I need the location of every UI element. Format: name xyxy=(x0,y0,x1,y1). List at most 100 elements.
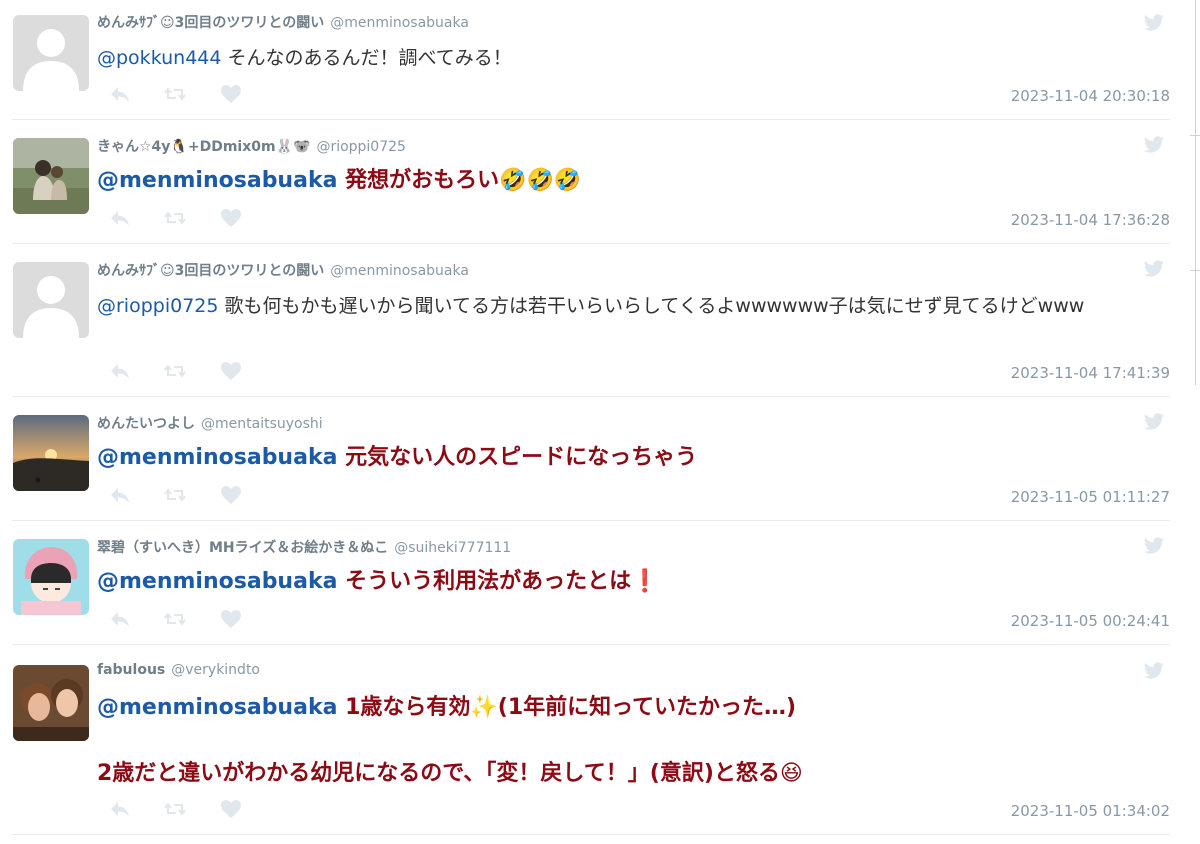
mention-link[interactable]: @pokkun444 xyxy=(97,47,221,69)
author-name[interactable]: fabulous xyxy=(97,662,165,678)
tweet-text: @menminosabuaka 発想がおもろい🤣🤣🤣 xyxy=(97,165,1167,197)
tweet-body: 元気ない人のスピードになっちゃう xyxy=(337,445,698,470)
retweet-icon xyxy=(164,488,186,502)
tweet-feed: めんみｻﾌﾞ☺3回目のツワリとの闘い @menminosabuaka @pokku… xyxy=(0,0,1185,844)
retweet-button[interactable] xyxy=(163,797,187,821)
author-handle[interactable]: @menminosabuaka xyxy=(330,15,469,31)
scrollbar-notch xyxy=(1190,270,1200,271)
tweet-text-continued: 2歳だと違いがわかる幼児になるので、「変！戻して！」(意訳)と怒る😆 xyxy=(97,758,1167,790)
reply-icon xyxy=(111,612,129,627)
tweet-body: そういう利用法があったとは❗ xyxy=(337,569,659,594)
avatar[interactable] xyxy=(13,665,89,741)
mention-link[interactable]: @menminosabuaka xyxy=(97,168,337,193)
author-name[interactable]: めんみｻﾌﾞ☺3回目のツワリとの闘い xyxy=(97,263,324,279)
heart-icon xyxy=(221,85,241,103)
author-name[interactable]: めんたいつよし xyxy=(97,416,195,432)
twitter-bird-icon[interactable] xyxy=(1143,260,1165,278)
avatar[interactable] xyxy=(13,15,89,91)
avatar[interactable] xyxy=(13,539,89,615)
mention-link[interactable]: @menminosabuaka xyxy=(97,695,337,720)
tweet-item: めんみｻﾌﾞ☺3回目のツワリとの闘い @menminosabuaka @riopp… xyxy=(0,244,1185,397)
reply-icon xyxy=(111,211,129,226)
retweet-button[interactable] xyxy=(163,82,187,106)
tweet-body: 1歳なら有効✨(1年前に知っていたかった…) xyxy=(337,695,797,720)
tweet-meta: めんみｻﾌﾞ☺3回目のツワリとの闘い @menminosabuaka xyxy=(97,12,469,32)
tweet-text: @menminosabuaka そういう利用法があったとは❗ xyxy=(97,566,1167,598)
tweet-meta: 翠碧（すいへき）MHライズ＆お絵かき＆ぬこ @suiheki777111 xyxy=(97,537,511,557)
tweet-meta: fabulous @verykindto xyxy=(97,662,260,678)
author-name[interactable]: 翠碧（すいへき）MHライズ＆お絵かき＆ぬこ xyxy=(97,540,388,556)
sunset-avatar-icon xyxy=(13,415,89,491)
mention-link[interactable]: @rioppi0725 xyxy=(97,295,218,317)
tweet-text: @menminosabuaka 1歳なら有効✨(1年前に知っていたかった…) xyxy=(97,692,1167,724)
author-name[interactable]: めんみｻﾌﾞ☺3回目のツワリとの闘い xyxy=(97,15,324,31)
avatar[interactable] xyxy=(13,262,89,338)
like-button[interactable] xyxy=(219,206,243,230)
tweet-timestamp[interactable]: 2023-11-04 17:41:39 xyxy=(1011,364,1170,382)
divider xyxy=(12,834,1170,835)
reply-button[interactable] xyxy=(108,607,132,631)
twitter-bird-icon[interactable] xyxy=(1143,14,1165,32)
retweet-icon xyxy=(164,87,186,101)
twitter-bird-icon[interactable] xyxy=(1143,662,1165,680)
retweet-icon xyxy=(164,364,186,378)
retweet-button[interactable] xyxy=(163,607,187,631)
reply-icon xyxy=(111,87,129,102)
retweet-icon xyxy=(164,802,186,816)
tweet-meta: めんみｻﾌﾞ☺3回目のツワリとの闘い @menminosabuaka xyxy=(97,260,469,280)
tweet-body: 発想がおもろい🤣🤣🤣 xyxy=(337,168,582,193)
avatar[interactable] xyxy=(13,415,89,491)
photo-avatar-icon xyxy=(13,138,89,214)
tweet-item: fabulous @verykindto @menminosabuaka 1歳なら… xyxy=(0,645,1185,835)
kids-photo-avatar-icon xyxy=(13,665,89,741)
heart-icon xyxy=(221,610,241,628)
twitter-bird-icon[interactable] xyxy=(1143,537,1165,555)
heart-icon xyxy=(221,800,241,818)
twitter-bird-icon[interactable] xyxy=(1143,136,1165,154)
reply-button[interactable] xyxy=(108,483,132,507)
scrollbar-notch xyxy=(1190,135,1200,136)
reply-icon xyxy=(111,802,129,817)
reply-icon xyxy=(111,364,129,379)
tweet-timestamp[interactable]: 2023-11-05 00:24:41 xyxy=(1011,612,1170,630)
tweet-body: 歌も何もかも遅いから聞いてる方は若干いらいらしてくるよwwwwww子は気にせず見… xyxy=(218,295,1085,317)
tweet-timestamp[interactable]: 2023-11-05 01:34:02 xyxy=(1011,802,1170,820)
default-avatar-icon xyxy=(13,262,89,338)
reply-button[interactable] xyxy=(108,797,132,821)
avatar[interactable] xyxy=(13,138,89,214)
author-handle[interactable]: @mentaitsuyoshi xyxy=(201,416,323,432)
tweet-item: 翠碧（すいへき）MHライズ＆お絵かき＆ぬこ @suiheki777111 @men… xyxy=(0,521,1185,645)
tweet-text: @menminosabuaka 元気ない人のスピードになっちゃう xyxy=(97,442,1167,474)
author-name[interactable]: きゃん☆4y🐧+DDmix0m🐰🐨 xyxy=(97,139,310,155)
retweet-icon xyxy=(164,211,186,225)
tweet-item: めんたいつよし @mentaitsuyoshi @menminosabuaka 元… xyxy=(0,397,1185,521)
author-handle[interactable]: @suiheki777111 xyxy=(394,540,511,556)
tweet-body-line-2: 2歳だと違いがわかる幼児になるので、「変！戻して！」(意訳)と怒る😆 xyxy=(97,761,803,786)
tweet-timestamp[interactable]: 2023-11-04 17:36:28 xyxy=(1011,211,1170,229)
illustration-avatar-icon xyxy=(13,539,89,615)
reply-button[interactable] xyxy=(108,82,132,106)
tweet-timestamp[interactable]: 2023-11-04 20:30:18 xyxy=(1011,87,1170,105)
twitter-bird-icon[interactable] xyxy=(1143,413,1165,431)
like-button[interactable] xyxy=(219,82,243,106)
author-handle[interactable]: @verykindto xyxy=(171,662,260,678)
reply-button[interactable] xyxy=(108,359,132,383)
tweet-meta: きゃん☆4y🐧+DDmix0m🐰🐨 @rioppi0725 xyxy=(97,136,406,156)
author-handle[interactable]: @menminosabuaka xyxy=(330,263,469,279)
tweet-body: そんなのあるんだ！調べてみる！ xyxy=(221,47,512,69)
like-button[interactable] xyxy=(219,607,243,631)
retweet-button[interactable] xyxy=(163,483,187,507)
author-handle[interactable]: @rioppi0725 xyxy=(316,139,406,155)
scrollbar-edge[interactable] xyxy=(1195,0,1196,385)
tweet-timestamp[interactable]: 2023-11-05 01:11:27 xyxy=(1011,488,1170,506)
like-button[interactable] xyxy=(219,797,243,821)
default-avatar-icon xyxy=(13,15,89,91)
retweet-button[interactable] xyxy=(163,359,187,383)
retweet-button[interactable] xyxy=(163,206,187,230)
tweet-item: きゃん☆4y🐧+DDmix0m🐰🐨 @rioppi0725 @menminosab… xyxy=(0,120,1185,244)
like-button[interactable] xyxy=(219,359,243,383)
mention-link[interactable]: @menminosabuaka xyxy=(97,569,337,594)
reply-button[interactable] xyxy=(108,206,132,230)
mention-link[interactable]: @menminosabuaka xyxy=(97,445,337,470)
like-button[interactable] xyxy=(219,483,243,507)
